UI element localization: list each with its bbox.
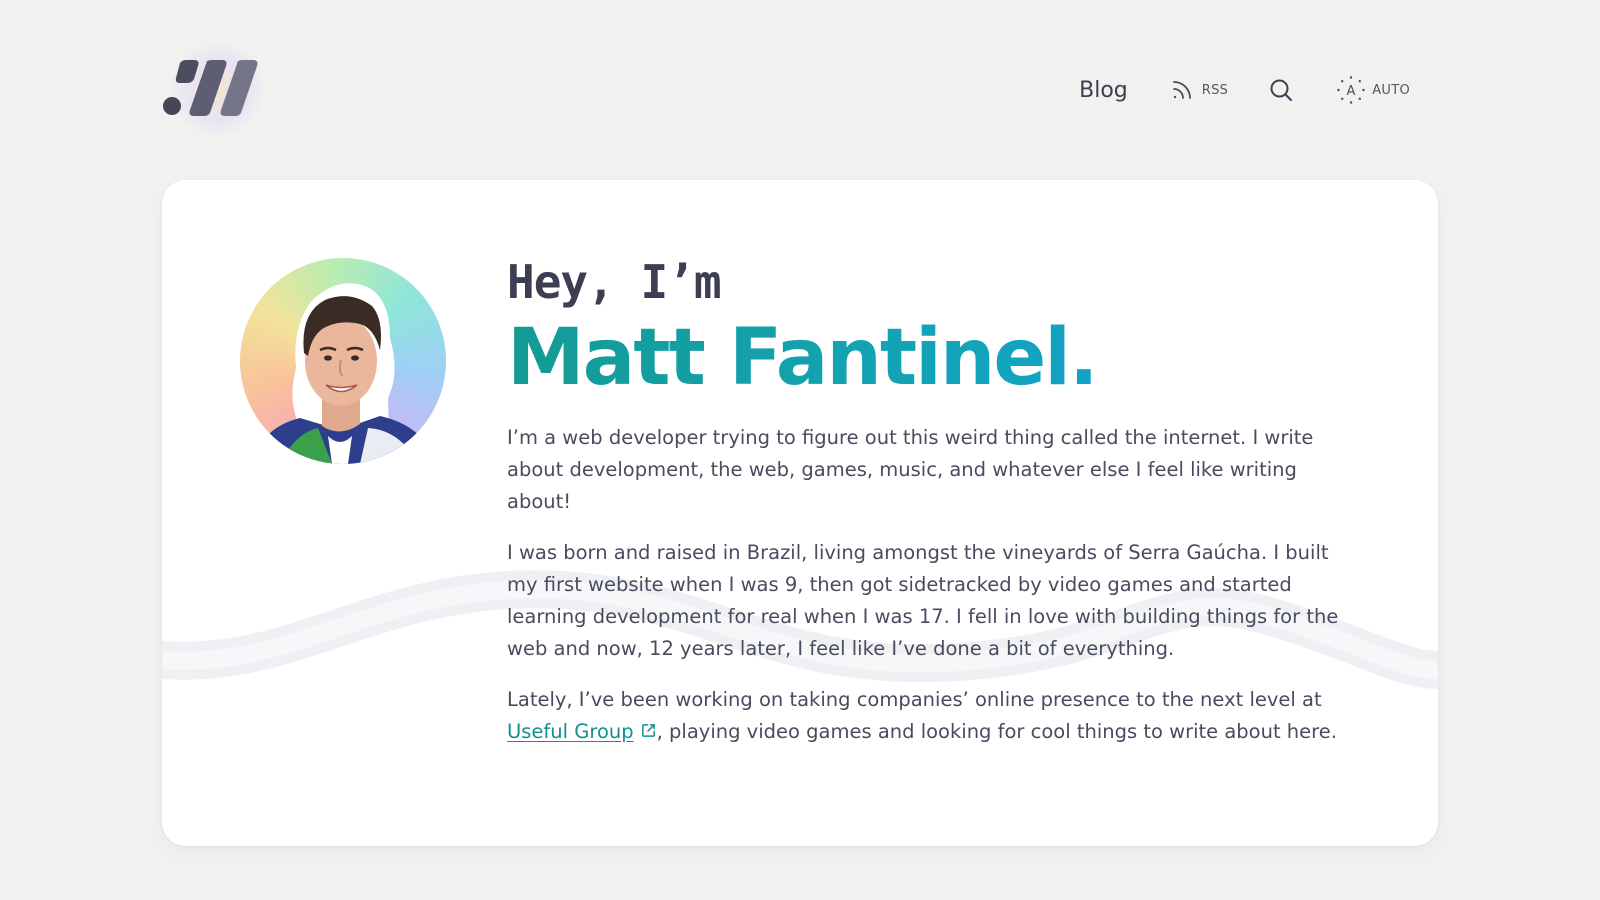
theme-label: AUTO bbox=[1372, 82, 1410, 98]
intro-card: Hey, I’m Matt Fantinel. I’m a web develo… bbox=[162, 180, 1438, 846]
main-nav: Blog RSS A AUTO bbox=[1079, 70, 1410, 110]
nav-rss-link[interactable]: RSS bbox=[1170, 78, 1228, 102]
intro-paragraph-2: I was born and raised in Brazil, living … bbox=[507, 541, 1339, 660]
nav-blog-link[interactable]: Blog bbox=[1079, 78, 1128, 103]
intro-paragraph-1: I’m a web developer trying to figure out… bbox=[507, 426, 1314, 513]
intro-paragraph-3: Lately, I’ve been working on taking comp… bbox=[507, 684, 1357, 748]
paragraph-3-text-after: , playing video games and looking for co… bbox=[656, 720, 1337, 743]
rss-icon bbox=[1172, 81, 1191, 99]
paragraph-3-text-before: Lately, I’ve been working on taking comp… bbox=[507, 688, 1322, 711]
theme-toggle-button[interactable]: A AUTO bbox=[1336, 75, 1410, 105]
theme-auto-icon: A bbox=[1337, 76, 1365, 104]
site-logo[interactable] bbox=[150, 45, 270, 135]
greeting-heading: Hey, I’m bbox=[507, 255, 722, 309]
svg-text:A: A bbox=[1347, 84, 1356, 99]
site-header: Blog RSS A AUTO bbox=[0, 0, 1600, 180]
useful-group-link[interactable]: Useful Group bbox=[507, 720, 657, 743]
external-link-icon bbox=[641, 724, 655, 737]
intro-content: Hey, I’m Matt Fantinel. I’m a web develo… bbox=[507, 252, 1357, 767]
rss-label: RSS bbox=[1201, 82, 1229, 98]
logo-icon bbox=[163, 60, 258, 116]
profile-avatar bbox=[240, 258, 446, 464]
useful-group-link-label: Useful Group bbox=[507, 720, 634, 743]
search-icon[interactable] bbox=[1268, 77, 1294, 103]
profile-photo bbox=[254, 283, 436, 464]
name-heading: Matt Fantinel. bbox=[507, 312, 1357, 404]
